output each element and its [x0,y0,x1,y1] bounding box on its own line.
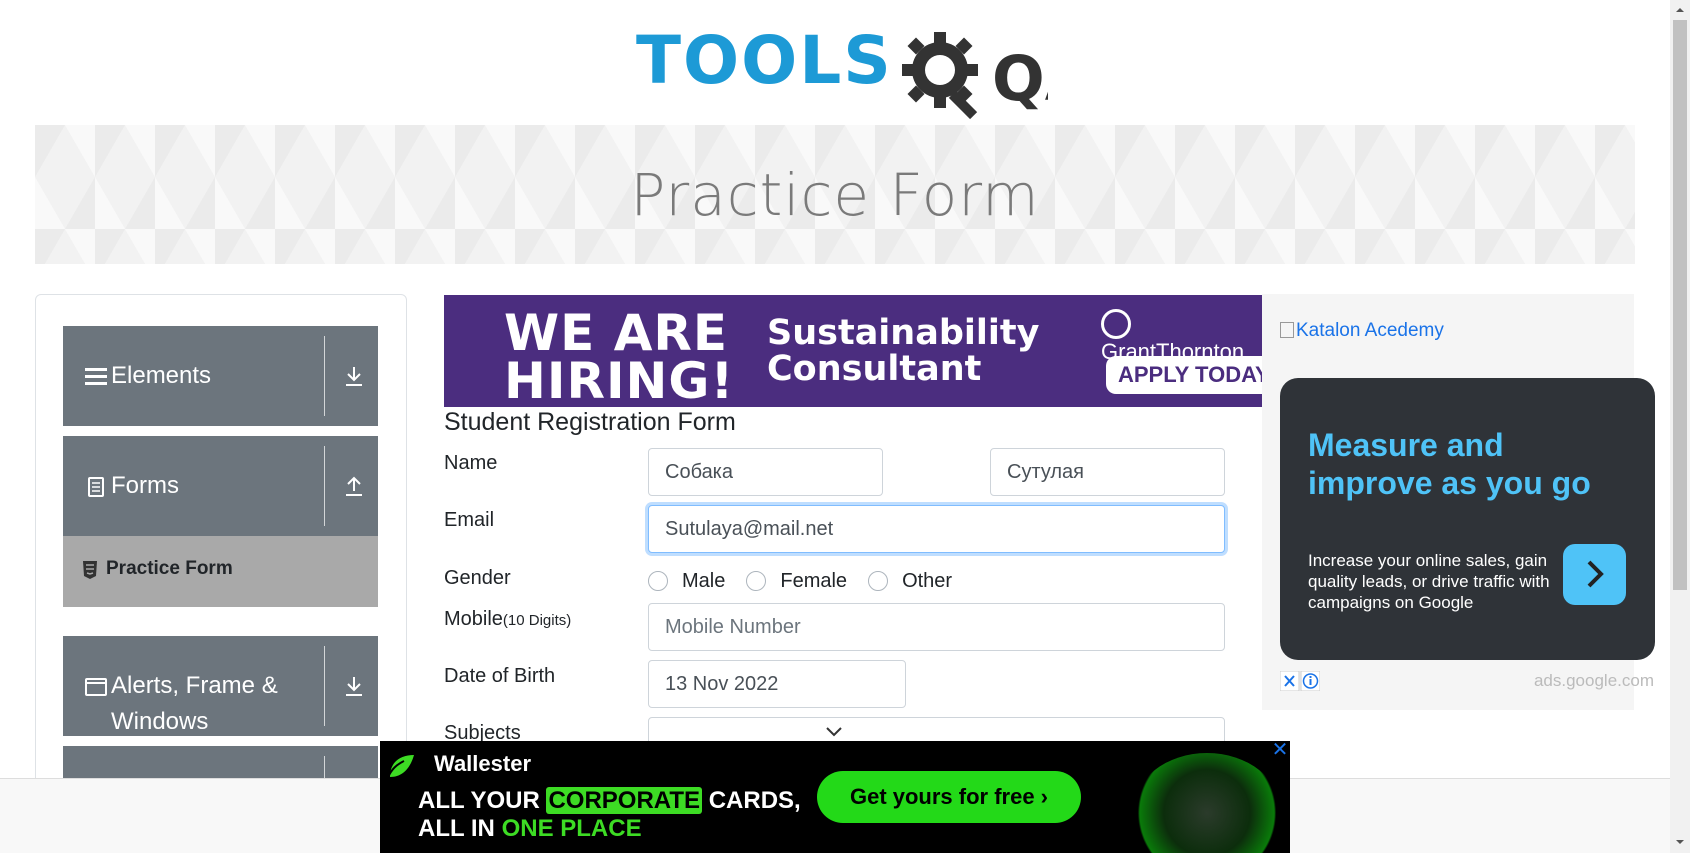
form-title: Student Registration Form [444,408,736,436]
sidebar-group-alerts[interactable]: Alerts, Frame & Windows [63,636,378,736]
ad-role: Sustainability Consultant [767,313,1040,389]
ad-source-url[interactable]: ads.google.com [1534,671,1654,691]
sidebar-item-practice-form[interactable]: Practice Form [63,536,378,607]
download-arrow-icon[interactable] [342,674,366,698]
sidebar-group-forms[interactable]: Forms [63,436,378,536]
gender-radio-female[interactable]: Female [746,570,847,593]
broken-image-icon [1280,322,1294,338]
page-title: Practice Form [630,161,1040,229]
toolsqa-logo[interactable]: TOOLS QA [636,20,1048,120]
first-name-input[interactable]: Собака [648,448,883,496]
grantthornton-logo-icon [1101,309,1131,339]
sidebar-group-label: Elements [111,362,212,389]
sidebar-group-label: Forms [111,472,179,499]
sidebar: Elements Forms Practice Form Alerts, Fra… [35,294,407,853]
page-scrollbar[interactable] [1670,0,1690,853]
phone-card-image [1132,753,1282,853]
gender-radio-male[interactable]: Male [648,570,725,593]
sidebar-group-elements[interactable]: Elements [63,326,378,426]
upload-arrow-icon[interactable] [342,474,366,498]
scroll-up-icon[interactable] [1674,4,1686,16]
scrollbar-thumb[interactable] [1673,20,1687,590]
email-label: Email [444,509,495,531]
mobile-label: Mobile(10 Digits) [444,608,572,630]
ad-go-button[interactable] [1563,544,1626,605]
sidebar-item-label: Practice Form [106,558,233,579]
gender-radio-other[interactable]: Other [868,570,952,593]
ad-card[interactable]: Measure and improve as you go Increase y… [1280,378,1655,660]
close-icon[interactable]: ✕ [1270,740,1290,760]
scroll-down-icon[interactable] [1674,836,1686,848]
dob-input[interactable]: 13 Nov 2022 [648,660,906,708]
email-input[interactable]: Sutulaya@mail.net [648,505,1225,553]
ad-headline: WE ARE HIRING! [504,304,735,407]
document-icon [88,477,104,497]
sidebar-group-label: Alerts, Frame & [111,672,278,699]
radio-circle[interactable] [746,571,767,591]
gender-radio-group: Male Female Other [648,566,973,596]
hamburger-icon [85,368,107,385]
chevron-down-icon[interactable] [825,726,843,738]
radio-circle[interactable] [648,571,668,591]
gear-magnifier-icon: QA [902,32,1048,120]
ad-google[interactable]: Katalon Acedemy Measure and improve as y… [1262,294,1655,710]
html5-icon [83,561,97,579]
logo-text: TOOLS [636,22,893,99]
radio-circle[interactable] [868,571,889,591]
ad-cta-button[interactable]: Get yours for free › [817,771,1081,823]
ad-banner-hiring[interactable]: WE ARE HIRING! Sustainability Consultant… [444,295,1262,407]
ad-headline: ALL YOUR CORPORATE CARDS, ALL IN ONE PLA… [418,787,801,842]
name-label: Name [444,452,498,474]
sidebar-group-label-cont: Windows [111,708,209,735]
download-arrow-icon[interactable] [342,364,366,388]
window-icon [85,678,107,696]
last-name-input[interactable]: Сутулая [990,448,1225,496]
ad-apply-button[interactable]: APPLY TODAY [1106,356,1262,394]
chevron-right-icon [1587,560,1604,588]
katalon-image-alt[interactable]: Katalon Acedemy [1280,320,1444,342]
ad-description: Increase your online sales, gain quality… [1308,551,1550,612]
gender-label: Gender [444,567,511,589]
page-banner: Practice Form [35,125,1635,264]
ad-wallester[interactable]: Wallester ALL YOUR CORPORATE CARDS, ALL … [380,741,1290,853]
ad-brand: Wallester [434,751,532,776]
adchoices-icon[interactable] [1280,671,1320,691]
mobile-input[interactable]: Mobile Number [648,603,1225,651]
wallester-logo-icon [387,755,414,778]
mobile-hint: (10 Digits) [502,612,572,629]
dob-label: Date of Birth [444,665,556,687]
logo-suffix: QA [992,42,1048,115]
ad-headline: Measure and improve as you go [1308,427,1591,501]
